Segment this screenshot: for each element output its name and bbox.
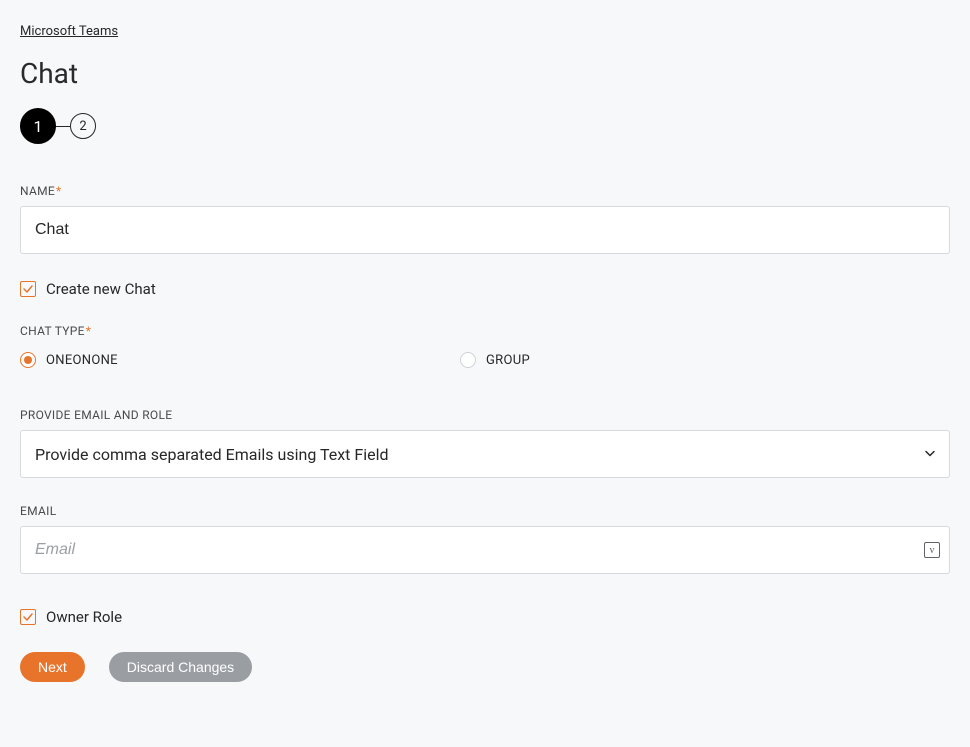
create-new-checkbox[interactable] — [20, 281, 36, 297]
page-title: Chat — [20, 57, 950, 90]
name-input[interactable] — [20, 206, 950, 254]
discard-button[interactable]: Discard Changes — [109, 652, 252, 682]
provide-field-group: PROVIDE EMAIL AND ROLE Provide comma sep… — [20, 408, 950, 478]
required-star-icon: * — [56, 184, 61, 198]
name-label-text: NAME — [20, 184, 55, 198]
button-row: Next Discard Changes — [20, 652, 950, 682]
email-label: EMAIL — [20, 504, 950, 518]
chat-type-label-text: CHAT TYPE — [20, 324, 85, 338]
next-button[interactable]: Next — [20, 652, 85, 682]
stepper: 1 2 — [20, 108, 950, 144]
email-input-wrapper: v — [20, 526, 950, 574]
email-field-group: EMAIL v — [20, 504, 950, 574]
radio-oneonone-label: ONEONONE — [46, 353, 118, 368]
radio-option-group: GROUP — [460, 352, 900, 368]
provide-label: PROVIDE EMAIL AND ROLE — [20, 408, 950, 422]
chat-type-field-group: CHAT TYPE* — [20, 324, 950, 338]
email-input[interactable] — [20, 526, 950, 574]
chat-type-radio-group: ONEONONE GROUP — [20, 352, 950, 368]
checkmark-icon — [22, 283, 34, 295]
radio-dot-icon — [24, 356, 32, 364]
radio-oneonone[interactable] — [20, 352, 36, 368]
required-star-icon: * — [86, 324, 91, 338]
step-1[interactable]: 1 — [20, 108, 56, 144]
create-new-label: Create new Chat — [46, 280, 156, 298]
name-label: NAME* — [20, 184, 950, 198]
chat-type-label: CHAT TYPE* — [20, 324, 950, 338]
step-2[interactable]: 2 — [70, 113, 96, 139]
create-new-checkbox-row: Create new Chat — [20, 280, 950, 298]
radio-group-label: GROUP — [486, 353, 530, 368]
variable-badge-icon[interactable]: v — [924, 542, 940, 558]
owner-role-label: Owner Role — [46, 608, 122, 626]
owner-role-checkbox-row: Owner Role — [20, 608, 950, 626]
radio-group[interactable] — [460, 352, 476, 368]
radio-option-oneonone: ONEONONE — [20, 352, 460, 368]
name-field-group: NAME* — [20, 184, 950, 254]
provide-select-wrapper: Provide comma separated Emails using Tex… — [20, 430, 950, 478]
provide-select-value: Provide comma separated Emails using Tex… — [35, 445, 388, 464]
checkmark-icon — [22, 611, 34, 623]
step-connector — [56, 126, 70, 127]
provide-select[interactable]: Provide comma separated Emails using Tex… — [20, 430, 950, 478]
breadcrumb-link[interactable]: Microsoft Teams — [20, 24, 118, 39]
owner-role-checkbox[interactable] — [20, 609, 36, 625]
